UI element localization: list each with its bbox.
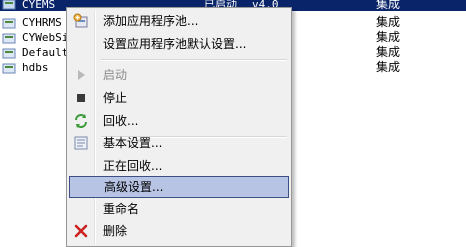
menu-item-label: 设置应用程序池默认设置... [103,37,247,51]
menu-item-label: 启动 [103,68,128,82]
app-pool-icon [2,48,16,59]
menu-item-delete[interactable]: 删除 [69,220,289,242]
context-menu: 添加应用程序池... 设置应用程序池默认设置... 启动 停止 回收... 基本… [66,7,292,247]
pool-name: CYHRMS [22,16,62,29]
menu-item-start[interactable]: 启动 [69,64,289,86]
recycle-icon [75,114,87,128]
menu-item-stop[interactable]: 停止 [69,87,289,109]
pool-name: hdbs [22,61,49,74]
menu-item-advanced-settings[interactable]: 高级设置... [69,176,289,198]
menu-item-recycling[interactable]: 正在回收... [69,155,289,177]
pool-name: DefaultAppPool [22,46,70,59]
menu-separator [101,59,287,61]
menu-item-label: 回收... [103,114,139,128]
add-app-pool-icon [73,13,88,28]
menu-item-basic-settings[interactable]: 基本设置... [69,132,289,154]
menu-item-label: 正在回收... [103,159,163,173]
menu-item-set-defaults[interactable]: 设置应用程序池默认设置... [69,33,289,55]
app-pool-icon [2,63,16,74]
pool-name: CYWebSite [22,31,70,44]
pool-pipeline-mode: 集成 [376,45,401,59]
menu-item-label: 基本设置... [103,136,163,150]
menu-item-label: 停止 [103,91,128,105]
menu-item-label: 高级设置... [104,180,164,194]
app-pool-icon [2,18,16,29]
pool-name: CYEMS [22,0,56,9]
start-icon [78,70,85,80]
pool-pipeline-mode: 集成 [376,0,401,11]
menu-item-add-app-pool[interactable]: 添加应用程序池... [69,10,289,32]
menu-item-recycle[interactable]: 回收... [69,110,289,132]
app-pool-icon [2,0,16,10]
delete-icon [74,224,88,238]
pool-pipeline-mode: 集成 [376,60,401,74]
menu-item-label: 删除 [103,224,128,238]
menu-item-rename[interactable]: 重命名 [69,198,289,220]
pool-pipeline-mode: 集成 [376,30,401,44]
pool-pipeline-mode: 集成 [376,15,401,29]
basic-settings-icon [74,136,88,150]
app-pool-icon [2,33,16,44]
menu-item-label: 重命名 [103,202,140,216]
menu-item-label: 添加应用程序池... [103,14,199,28]
stop-icon [77,94,85,102]
